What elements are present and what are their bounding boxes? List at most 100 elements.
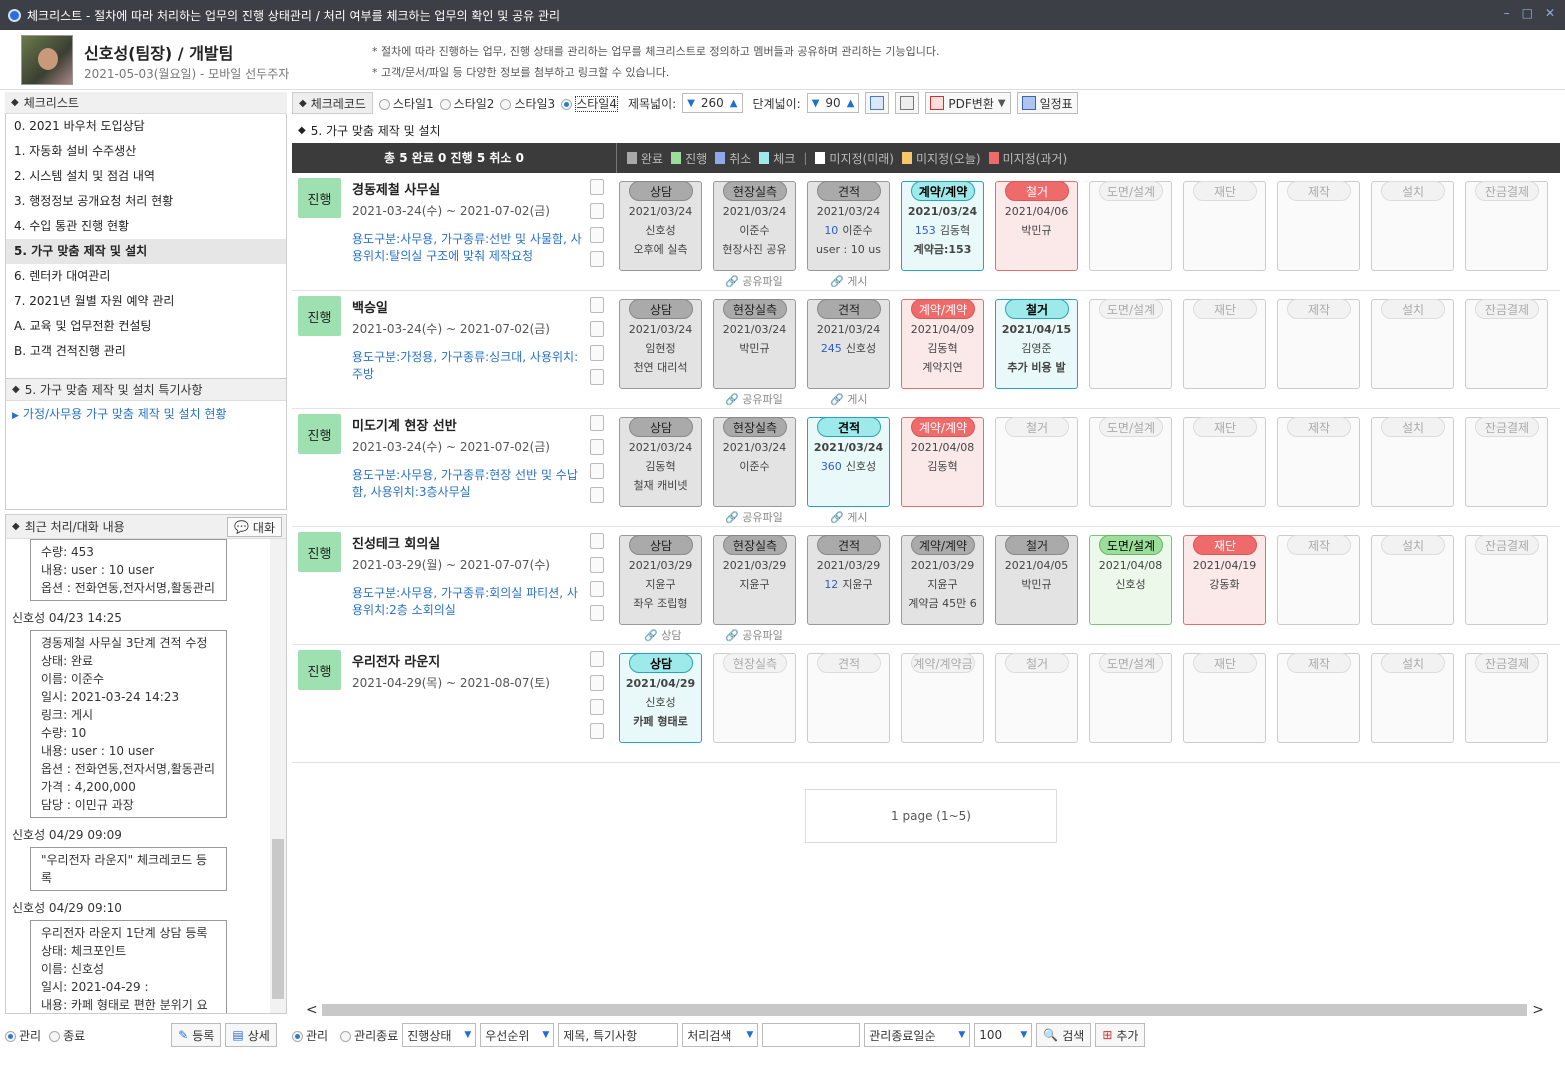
- step-card[interactable]: 잔금결제: [1465, 417, 1548, 507]
- step-card[interactable]: 도면/설계: [1089, 299, 1172, 389]
- step-card[interactable]: 견적: [807, 653, 890, 743]
- pdf-button[interactable]: PDF변환 ▼: [925, 92, 1011, 114]
- step-card[interactable]: 제작: [1277, 417, 1360, 507]
- chevron-down-icon[interactable]: ▼: [812, 98, 820, 109]
- step-card[interactable]: 설치: [1371, 653, 1454, 743]
- attachment-icon[interactable]: [590, 321, 604, 337]
- step-card[interactable]: 철거 2021/04/05 박민규: [995, 535, 1078, 625]
- step-card[interactable]: 설치: [1371, 417, 1454, 507]
- search-target-field[interactable]: 제목, 특기사항: [558, 1023, 679, 1047]
- excel-button[interactable]: [865, 92, 890, 114]
- scroll-thumb[interactable]: [322, 1004, 1527, 1016]
- step-card[interactable]: 도면/설계: [1089, 181, 1172, 271]
- close-icon[interactable]: ✕: [1545, 6, 1555, 20]
- step-card[interactable]: 상담 2021/03/29 지윤구 좌우 조립형: [619, 535, 702, 625]
- attachment-icon[interactable]: [590, 675, 604, 691]
- checklist-item[interactable]: 3. 행정정보 공개요청 처리 현황: [6, 189, 286, 214]
- checklist-item[interactable]: 1. 자동화 설비 수주생산: [6, 139, 286, 164]
- checklist-item[interactable]: 7. 2021년 월별 자원 예약 관리: [6, 289, 286, 314]
- memo-icon[interactable]: [590, 533, 604, 549]
- share-icon[interactable]: [590, 369, 604, 385]
- detail-button[interactable]: ▤ 상세: [225, 1023, 277, 1047]
- tab-check-record[interactable]: 체크레코드: [292, 92, 373, 114]
- radio-managed-end-filter[interactable]: 관리종료: [340, 1027, 398, 1044]
- chevron-down-icon[interactable]: ▼: [998, 98, 1006, 109]
- step-card[interactable]: 잔금결제: [1465, 299, 1548, 389]
- checklist-item[interactable]: 6. 렌터카 대여관리: [6, 264, 286, 289]
- checklist-item[interactable]: A. 교육 및 업무전환 컨설팅: [6, 314, 286, 339]
- chevron-up-icon[interactable]: ▲: [847, 98, 855, 109]
- maximize-icon[interactable]: □: [1522, 6, 1533, 20]
- step-card[interactable]: 제작: [1277, 535, 1360, 625]
- step-card[interactable]: 계약/계약 2021/03/24 153 김동혁 계약금:153: [901, 181, 984, 271]
- share-icon[interactable]: [590, 723, 604, 739]
- copy-icon[interactable]: [590, 463, 604, 479]
- copy-icon[interactable]: [590, 227, 604, 243]
- search-input[interactable]: [762, 1023, 861, 1047]
- process-search-select[interactable]: 처리검색 ▼: [682, 1023, 759, 1047]
- step-card[interactable]: 제작: [1277, 181, 1360, 271]
- shared-link[interactable]: 🔗 공유파일: [725, 273, 783, 289]
- status-badge[interactable]: 진행: [298, 178, 341, 218]
- step-card[interactable]: 계약/계약 2021/04/08 김동혁: [901, 417, 984, 507]
- step-card[interactable]: 현장실측: [713, 653, 796, 743]
- memo-icon[interactable]: [590, 297, 604, 313]
- share-icon[interactable]: [590, 251, 604, 267]
- checklist-item[interactable]: 4. 수입 통관 진행 현황: [6, 214, 286, 239]
- step-card[interactable]: 제작: [1277, 299, 1360, 389]
- step-card[interactable]: 도면/설계: [1089, 653, 1172, 743]
- shared-link[interactable]: 🔗 공유파일: [725, 509, 783, 525]
- checklist-item[interactable]: 5. 가구 맞춤 제작 및 설치: [6, 239, 286, 264]
- step-card[interactable]: 설치: [1371, 181, 1454, 271]
- step-card[interactable]: 계약/계약 2021/03/29 지윤구 계약금 45만 6: [901, 535, 984, 625]
- shared-link[interactable]: 🔗 공유파일: [725, 627, 783, 643]
- step-card[interactable]: 계약/계약 2021/04/09 김동혁 계약지연: [901, 299, 984, 389]
- minimize-icon[interactable]: –: [1504, 6, 1510, 20]
- copy-icon[interactable]: [590, 345, 604, 361]
- chevron-down-icon[interactable]: ▼: [687, 98, 695, 109]
- special-link[interactable]: 가정/사무용 가구 맞춤 제작 및 설치 현황: [6, 401, 286, 426]
- step-card[interactable]: 잔금결제: [1465, 653, 1548, 743]
- step-card[interactable]: 견적 2021/03/24 10 이준수 user : 10 us: [807, 181, 890, 271]
- attachment-icon[interactable]: [590, 557, 604, 573]
- status-badge[interactable]: 진행: [298, 650, 341, 690]
- step-card[interactable]: 재단 2021/04/19 강동화: [1183, 535, 1266, 625]
- horizontal-scrollbar[interactable]: < >: [300, 1002, 1550, 1018]
- status-badge[interactable]: 진행: [298, 296, 341, 336]
- style-radio-2[interactable]: 스타일2: [439, 95, 494, 112]
- memo-icon[interactable]: [590, 415, 604, 431]
- memo-icon[interactable]: [590, 179, 604, 195]
- step-card[interactable]: 현장실측 2021/03/24 이준수 현장사진 공유: [713, 181, 796, 271]
- step-card[interactable]: 도면/설계: [1089, 417, 1172, 507]
- sort-select[interactable]: 관리종료일순 ▼: [864, 1023, 971, 1047]
- scroll-thumb[interactable]: [272, 839, 284, 999]
- copy-icon[interactable]: [590, 581, 604, 597]
- chevron-right-icon[interactable]: >: [1532, 1002, 1544, 1018]
- checklist-item[interactable]: B. 고객 견적진행 관리: [6, 339, 286, 364]
- progress-state-select[interactable]: 진행상태 ▼: [402, 1023, 477, 1047]
- step-card[interactable]: 설치: [1371, 535, 1454, 625]
- step-card[interactable]: 상담 2021/03/24 임현정 천연 대리석: [619, 299, 702, 389]
- step-card[interactable]: 도면/설계 2021/04/08 신호성: [1089, 535, 1172, 625]
- share-icon[interactable]: [590, 487, 604, 503]
- record-title[interactable]: 미도기계 현장 선반: [352, 415, 457, 434]
- step-card[interactable]: 견적 2021/03/29 12 지윤구: [807, 535, 890, 625]
- attachment-icon[interactable]: [590, 439, 604, 455]
- record-title[interactable]: 우리전자 라운지: [352, 651, 440, 670]
- step-card[interactable]: 철거 2021/04/06 박민규: [995, 181, 1078, 271]
- priority-select[interactable]: 우선순위 ▼: [480, 1023, 555, 1047]
- record-description[interactable]: 용도구분:사무용, 가구종류:현장 선반 및 수납함, 사용위치:3층사무실: [352, 467, 584, 501]
- radio-manage-filter[interactable]: 관리: [292, 1027, 328, 1044]
- step-card[interactable]: 제작: [1277, 653, 1360, 743]
- style-radio-3[interactable]: 스타일3: [500, 95, 555, 112]
- add-button[interactable]: ⊞ 추가: [1095, 1023, 1146, 1047]
- chevron-left-icon[interactable]: <: [306, 1002, 318, 1018]
- step-card[interactable]: 상담 2021/03/24 신호성 오후에 실측: [619, 181, 702, 271]
- style-radio-1[interactable]: 스타일1: [378, 95, 434, 112]
- step-card[interactable]: 재단: [1183, 653, 1266, 743]
- radio-manage[interactable]: 관리: [5, 1027, 41, 1044]
- step-card[interactable]: 현장실측 2021/03/29 지윤구: [713, 535, 796, 625]
- step-card[interactable]: 재단: [1183, 181, 1266, 271]
- search-button[interactable]: 🔍 검색: [1036, 1023, 1092, 1047]
- status-badge[interactable]: 진행: [298, 532, 341, 572]
